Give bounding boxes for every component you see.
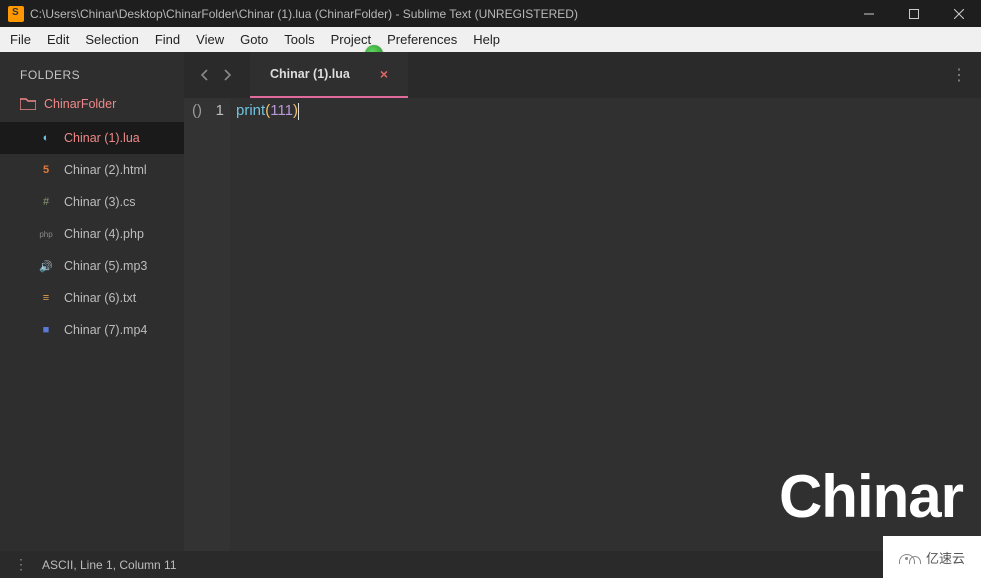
menu-file[interactable]: File [2, 27, 39, 52]
menu-find[interactable]: Find [147, 27, 188, 52]
status-left: ⋮ ASCII, Line 1, Column 11 [14, 556, 177, 573]
folder-icon [20, 98, 36, 110]
minimize-button[interactable] [846, 0, 891, 27]
tab-overflow-button[interactable]: ⋮ [951, 65, 967, 85]
php-icon: php [38, 226, 54, 242]
tab-label: Chinar (1).lua [270, 67, 350, 81]
file-row-lua[interactable]: ◐ Chinar (1).lua [0, 122, 184, 154]
token-number: 111 [270, 102, 293, 119]
file-row-mp4[interactable]: ■ Chinar (7).mp4 [0, 314, 184, 346]
file-row-php[interactable]: php Chinar (4).php [0, 218, 184, 250]
tab-chinar-lua[interactable]: Chinar (1).lua × [250, 52, 408, 98]
nav-back-button[interactable] [193, 64, 215, 86]
html-icon: 5 [38, 162, 54, 178]
nav-forward-button[interactable] [217, 64, 239, 86]
workspace: FOLDERS ChinarFolder ◐ Chinar (1).lua 5 … [0, 52, 981, 551]
close-button[interactable] [936, 0, 981, 27]
text-icon: ≡ [38, 290, 54, 306]
tab-close-button[interactable]: × [380, 66, 388, 82]
menu-goto[interactable]: Goto [232, 27, 276, 52]
file-row-cs[interactable]: # Chinar (3).cs [0, 186, 184, 218]
cloud-icon [899, 550, 921, 564]
menu-bar: File Edit Selection Find View Goto Tools… [0, 27, 981, 52]
title-bar: C:\Users\Chinar\Desktop\ChinarFolder\Chi… [0, 0, 981, 27]
sidebar-header: FOLDERS [0, 62, 184, 92]
file-label: Chinar (4).php [64, 227, 144, 241]
status-bar: ⋮ ASCII, Line 1, Column 11 Tab Size: 4 [0, 551, 981, 578]
sidebar-folder-root[interactable]: ChinarFolder [0, 92, 184, 116]
folder-label: ChinarFolder [44, 97, 116, 111]
maximize-button[interactable] [891, 0, 936, 27]
menu-preferences[interactable]: Preferences [379, 27, 465, 52]
file-row-mp3[interactable]: 🔊 Chinar (5).mp3 [0, 250, 184, 282]
lua-icon: ◐ [38, 130, 54, 146]
close-icon [954, 9, 964, 19]
file-label: Chinar (3).cs [64, 195, 136, 209]
file-label: Chinar (2).html [64, 163, 147, 177]
line-number: 1 [210, 98, 230, 551]
menu-edit[interactable]: Edit [39, 27, 77, 52]
app-icon [8, 6, 24, 22]
yisu-watermark: 亿速云 [883, 536, 981, 578]
chevron-left-icon [200, 69, 208, 81]
menu-selection[interactable]: Selection [77, 27, 146, 52]
minimize-icon [864, 9, 874, 19]
status-menu-button[interactable]: ⋮ [14, 556, 28, 573]
menu-help[interactable]: Help [465, 27, 508, 52]
editor-pane: Chinar (1).lua × ⋮ () 1 print(111) China… [184, 52, 981, 551]
gutter-symbol: () [184, 98, 210, 551]
maximize-icon [909, 9, 919, 19]
file-label: Chinar (7).mp4 [64, 323, 147, 337]
file-label: Chinar (1).lua [64, 131, 140, 145]
token-fn: print [236, 102, 265, 119]
file-list: ◐ Chinar (1).lua 5 Chinar (2).html # Chi… [0, 116, 184, 346]
sidebar: FOLDERS ChinarFolder ◐ Chinar (1).lua 5 … [0, 52, 184, 551]
audio-icon: 🔊 [38, 258, 54, 274]
chevron-right-icon [224, 69, 232, 81]
menu-tools[interactable]: Tools [276, 27, 322, 52]
window-controls [846, 0, 981, 27]
menu-view[interactable]: View [188, 27, 232, 52]
hash-icon: # [38, 194, 54, 210]
status-position[interactable]: ASCII, Line 1, Column 11 [42, 558, 177, 572]
window-title: C:\Users\Chinar\Desktop\ChinarFolder\Chi… [30, 7, 846, 21]
code-area[interactable]: () 1 print(111) Chinar [184, 98, 981, 551]
file-row-txt[interactable]: ≡ Chinar (6).txt [0, 282, 184, 314]
file-row-html[interactable]: 5 Chinar (2).html [0, 154, 184, 186]
file-label: Chinar (6).txt [64, 291, 136, 305]
code-body[interactable]: print(111) [230, 98, 981, 551]
text-caret [298, 103, 299, 120]
menu-project[interactable]: Project [323, 27, 379, 52]
video-icon: ■ [38, 322, 54, 338]
tab-bar: Chinar (1).lua × ⋮ [184, 52, 981, 98]
file-label: Chinar (5).mp3 [64, 259, 147, 273]
yisu-label: 亿速云 [926, 548, 965, 567]
